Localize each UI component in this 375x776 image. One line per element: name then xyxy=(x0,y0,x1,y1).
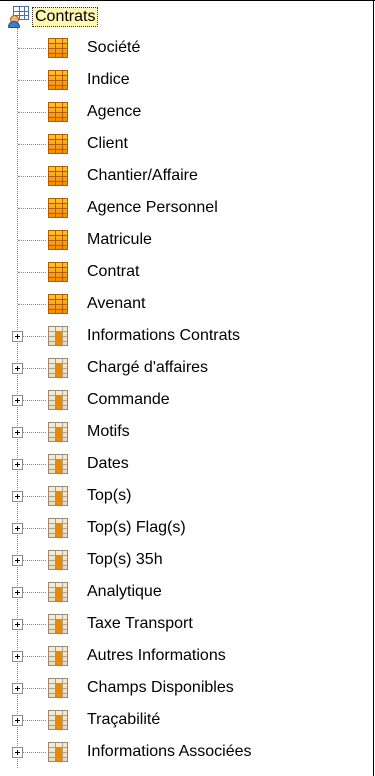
tree-group-node[interactable]: Taxe Transport xyxy=(0,608,372,640)
table-group-icon xyxy=(48,454,68,474)
tree-group-node[interactable]: Analytique xyxy=(0,576,372,608)
plus-icon[interactable] xyxy=(12,331,23,342)
table-icon xyxy=(48,134,68,154)
table-group-icon xyxy=(48,646,68,666)
tree-group-node[interactable]: Dates xyxy=(0,448,372,480)
table-icon xyxy=(48,38,68,58)
tree-node-label[interactable]: Client xyxy=(87,134,128,154)
tree-node-label[interactable]: Informations Contrats xyxy=(87,326,240,346)
tree-connector-line xyxy=(18,112,46,113)
plus-icon[interactable] xyxy=(12,427,23,438)
tree-field-node[interactable]: Chantier/Affaire xyxy=(0,160,372,192)
table-group-icon xyxy=(48,422,68,442)
table-group-icon xyxy=(48,518,68,538)
table-group-icon xyxy=(48,326,68,346)
table-icon xyxy=(48,102,68,122)
tree-node-label[interactable]: Société xyxy=(87,38,140,58)
tree-node-label[interactable]: Matricule xyxy=(87,230,152,250)
frame-right-border xyxy=(373,0,374,776)
tree-node-label[interactable]: Agence xyxy=(87,102,141,122)
tree-field-node[interactable]: Agence xyxy=(0,96,372,128)
tree-field-node[interactable]: Contrat xyxy=(0,256,372,288)
plus-icon[interactable] xyxy=(12,651,23,662)
tree-group-node[interactable]: Top(s) xyxy=(0,480,372,512)
tree-group-node[interactable]: Top(s) Flag(s) xyxy=(0,512,372,544)
plus-icon[interactable] xyxy=(12,555,23,566)
table-group-icon xyxy=(48,390,68,410)
table-icon xyxy=(48,198,68,218)
tree-node-label[interactable]: Top(s) xyxy=(87,486,131,506)
plus-icon[interactable] xyxy=(12,395,23,406)
tree-field-node[interactable]: Client xyxy=(0,128,372,160)
plus-icon[interactable] xyxy=(12,491,23,502)
tree-field-node[interactable]: Agence Personnel xyxy=(0,192,372,224)
tree-group-node[interactable]: Chargé d'affaires xyxy=(0,352,372,384)
root-table-icon xyxy=(8,6,30,28)
tree-node-label[interactable]: Avenant xyxy=(87,294,145,314)
tree-node-label[interactable]: Taxe Transport xyxy=(87,614,193,634)
tree-group-node[interactable]: Commande xyxy=(0,384,372,416)
tree-node-label[interactable]: Dates xyxy=(87,454,129,474)
tree-node-label[interactable]: Indice xyxy=(87,70,130,90)
tree-connector-line xyxy=(18,240,46,241)
tree-connector-line xyxy=(18,304,46,305)
plus-icon[interactable] xyxy=(12,683,23,694)
tree-field-node[interactable]: Avenant xyxy=(0,288,372,320)
tree-field-node[interactable]: Matricule xyxy=(0,224,372,256)
tree-field-node[interactable]: Société xyxy=(0,32,372,64)
table-group-icon xyxy=(48,358,68,378)
plus-icon[interactable] xyxy=(12,715,23,726)
plus-icon[interactable] xyxy=(12,523,23,534)
table-icon xyxy=(48,166,68,186)
tree-group-node[interactable]: Traçabilité xyxy=(0,704,372,736)
tree-connector-line xyxy=(18,48,46,49)
tree-node-label[interactable]: Chargé d'affaires xyxy=(87,358,208,378)
tree-group-node[interactable]: Informations Associées xyxy=(0,736,372,768)
tree-root-label[interactable]: Contrats xyxy=(32,7,99,27)
tree-node-label[interactable]: Analytique xyxy=(87,582,162,602)
table-icon xyxy=(48,70,68,90)
plus-icon[interactable] xyxy=(12,587,23,598)
table-icon xyxy=(48,230,68,250)
table-icon xyxy=(48,294,68,314)
tree-node-label[interactable]: Traçabilité xyxy=(87,710,160,730)
table-icon xyxy=(48,262,68,282)
table-group-icon xyxy=(48,678,68,698)
tree-connector-line xyxy=(18,176,46,177)
tree-connector-line xyxy=(18,80,46,81)
plus-icon[interactable] xyxy=(12,459,23,470)
table-group-icon xyxy=(48,710,68,730)
tree-connector-line xyxy=(18,144,46,145)
tree-group-node[interactable]: Champs Disponibles xyxy=(0,672,372,704)
table-group-icon xyxy=(48,582,68,602)
tree-connector-line xyxy=(18,272,46,273)
plus-icon[interactable] xyxy=(12,747,23,758)
tree-node-label[interactable]: Motifs xyxy=(87,422,130,442)
tree-node-label[interactable]: Informations Associées xyxy=(87,742,252,762)
tree-node-label[interactable]: Commande xyxy=(87,390,170,410)
tree-root-node[interactable]: Contrats xyxy=(0,0,372,32)
tree-group-node[interactable]: Informations Contrats xyxy=(0,320,372,352)
plus-icon[interactable] xyxy=(12,619,23,630)
table-group-icon xyxy=(48,614,68,634)
tree-node-label[interactable]: Agence Personnel xyxy=(87,198,218,218)
tree-node-label[interactable]: Top(s) Flag(s) xyxy=(87,518,186,538)
tree-view[interactable]: Contrats Société Indice Agence Client Chanti… xyxy=(0,0,372,776)
tree-field-node[interactable]: Indice xyxy=(0,64,372,96)
tree-node-label[interactable]: Contrat xyxy=(87,262,139,282)
tree-node-label[interactable]: Chantier/Affaire xyxy=(87,166,198,186)
table-group-icon xyxy=(48,550,68,570)
tree-node-label[interactable]: Autres Informations xyxy=(87,646,226,666)
tree-node-label[interactable]: Champs Disponibles xyxy=(87,678,234,698)
table-group-icon xyxy=(48,486,68,506)
tree-connector-line xyxy=(18,208,46,209)
plus-icon[interactable] xyxy=(12,363,23,374)
tree-group-node[interactable]: Autres Informations xyxy=(0,640,372,672)
tree-group-node[interactable]: Motifs xyxy=(0,416,372,448)
tree-node-label[interactable]: Top(s) 35h xyxy=(87,550,163,570)
tree-group-node[interactable]: Top(s) 35h xyxy=(0,544,372,576)
table-group-icon xyxy=(48,742,68,762)
